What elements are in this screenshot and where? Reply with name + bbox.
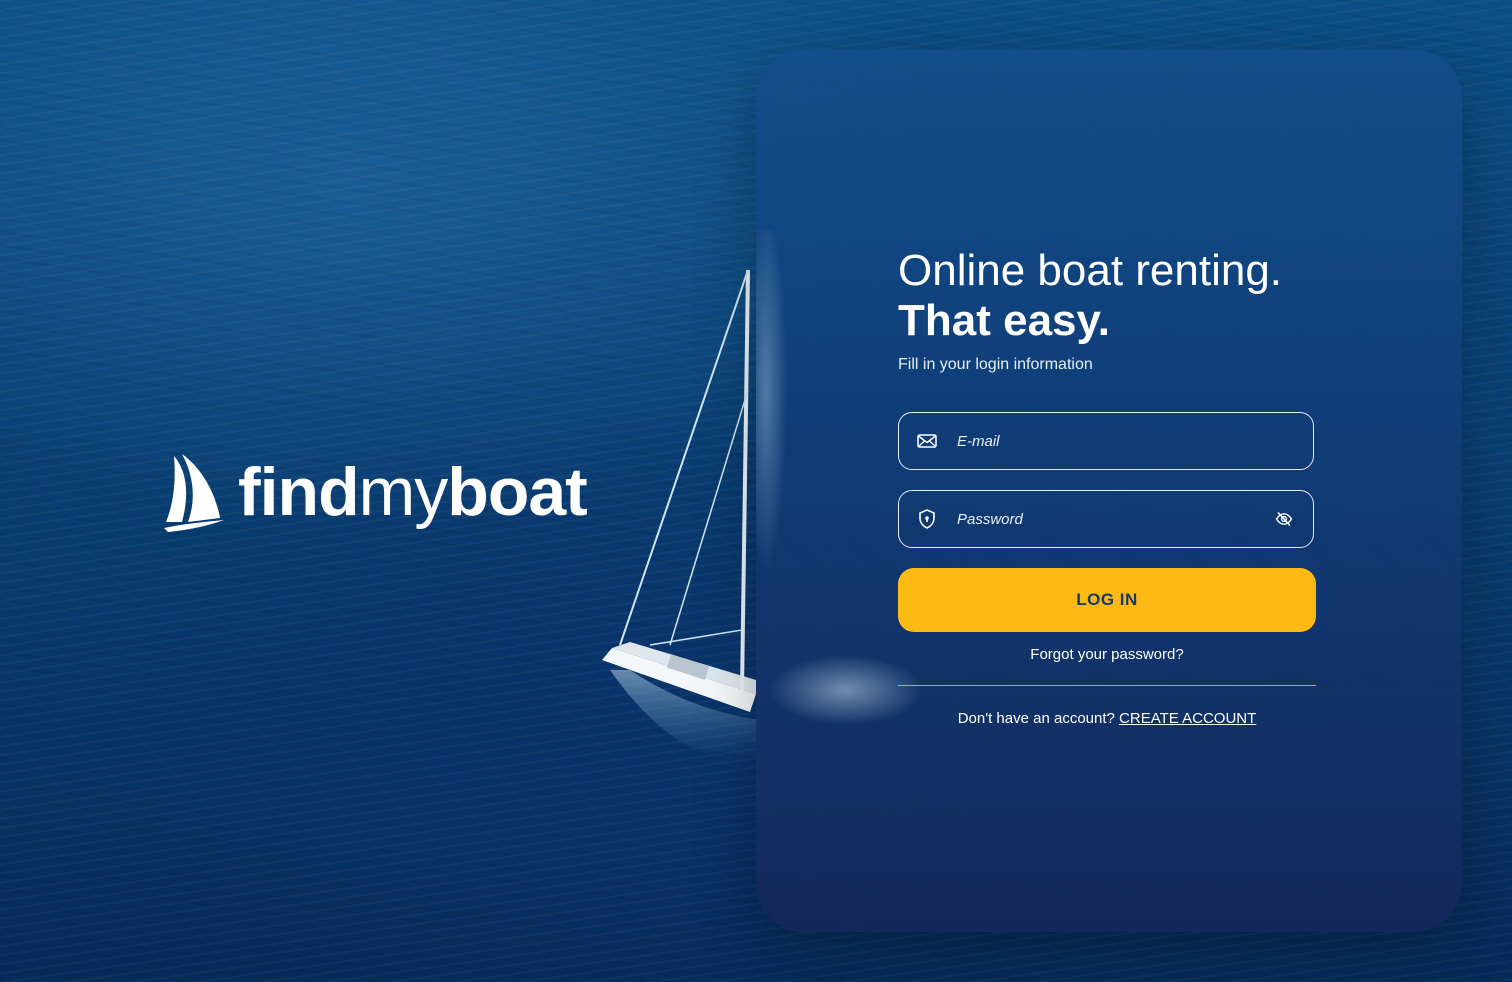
brand-name-part-1: find: [238, 454, 360, 530]
login-page: findmyboat Online boat renting. That eas…: [0, 0, 1512, 982]
divider: [898, 685, 1316, 686]
forgot-password-link[interactable]: Forgot your password?: [898, 646, 1316, 663]
headline: Online boat renting.: [898, 246, 1283, 295]
sailboat-icon: [164, 454, 224, 532]
email-field[interactable]: [898, 412, 1314, 470]
brand-wordmark: findmyboat: [238, 458, 588, 526]
email-input[interactable]: [955, 431, 1293, 451]
login-panel: Online boat renting. That easy. Fill in …: [756, 50, 1462, 932]
login-button[interactable]: LOG IN: [898, 568, 1316, 632]
brand-name-part-2: my: [358, 454, 449, 530]
envelope-icon: [917, 431, 937, 451]
shield-lock-icon: [917, 509, 937, 529]
brand-name-part-3: boat: [447, 454, 588, 530]
password-field[interactable]: [898, 490, 1314, 548]
signup-prompt: Don't have an account? CREATE ACCOUNT: [898, 710, 1316, 727]
headline-bold: That easy.: [898, 296, 1110, 345]
brand-logo: findmyboat: [164, 450, 588, 534]
signup-prompt-text: Don't have an account?: [957, 710, 1115, 727]
create-account-link[interactable]: CREATE ACCOUNT: [1119, 710, 1256, 727]
subtitle: Fill in your login information: [898, 356, 1093, 373]
password-input[interactable]: [955, 509, 1275, 529]
eye-off-icon[interactable]: [1275, 510, 1293, 528]
login-form: Online boat renting. That easy. Fill in …: [898, 246, 1316, 727]
